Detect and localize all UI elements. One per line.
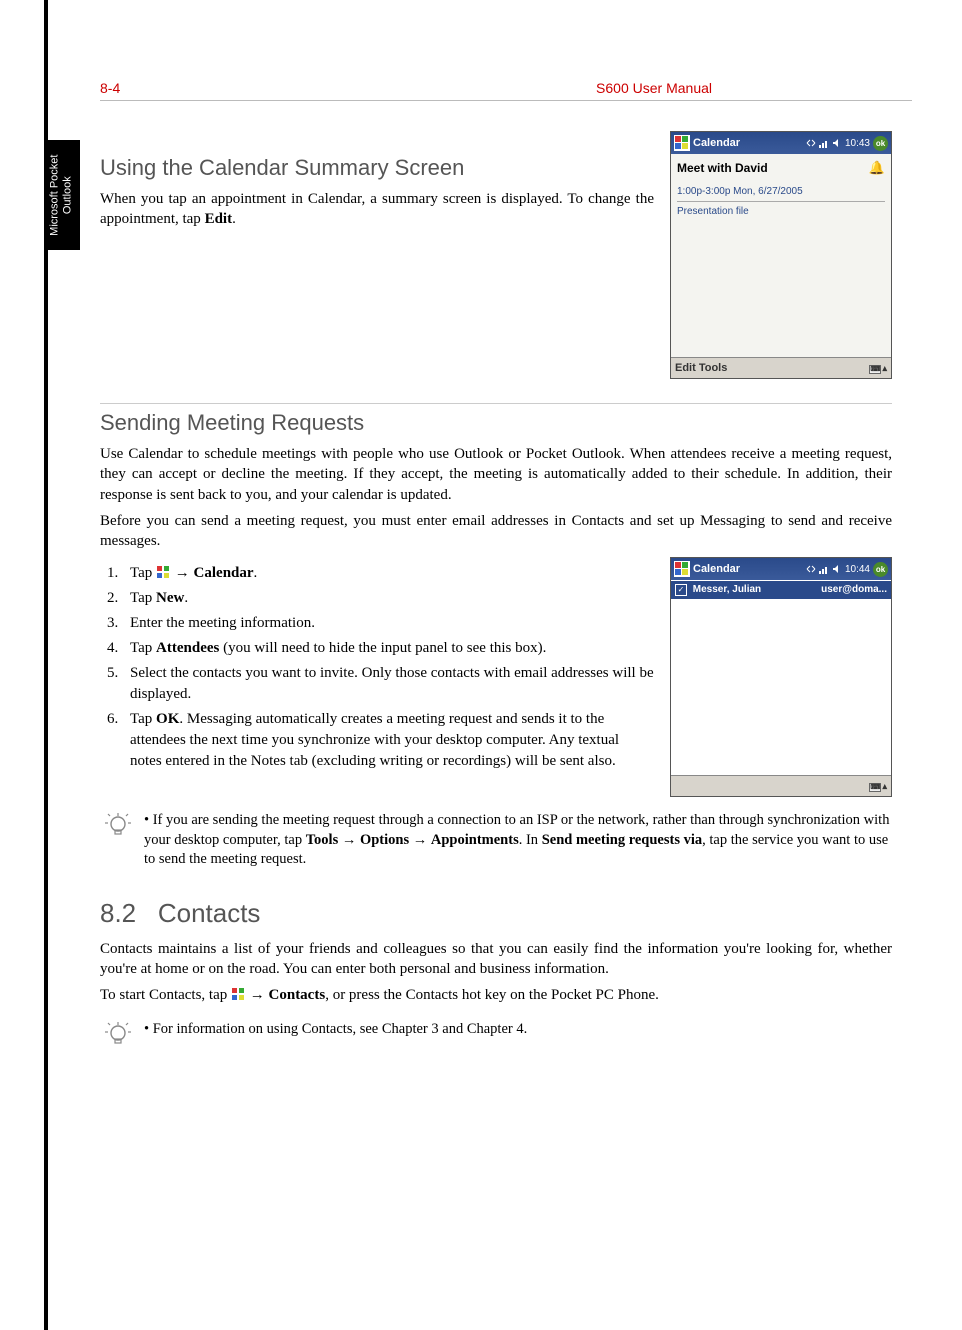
tip-meeting-request: If you are sending the meeting request t…: [100, 811, 892, 870]
ok-button-icon: ok: [873, 136, 888, 151]
ppc1-note: Presentation file: [677, 206, 885, 217]
section1-para: When you tap an appointment in Calendar,…: [100, 189, 654, 230]
tip2-text: For information on using Contacts, see C…: [144, 1020, 892, 1040]
section2-para2: Before you can send a meeting request, y…: [100, 511, 892, 552]
ppc1-body: Meet with David 🔔 1:00p-3:00p Mon, 6/27/…: [671, 154, 891, 357]
volume-icon: [832, 564, 842, 575]
ppc2-titlebar: Calendar 10:44 ok: [671, 558, 891, 580]
ppc2-body: ✓ Messer, Julian user@doma...: [671, 580, 891, 775]
section2-para1: Use Calendar to schedule meetings with p…: [100, 444, 892, 505]
sync-icon: [806, 564, 816, 575]
ppc1-meet-time: 1:00p-3:00p Mon, 6/27/2005: [677, 186, 885, 202]
doc-title: S600 User Manual: [596, 80, 712, 96]
windows-start-icon: [231, 987, 246, 1001]
side-tab-line2: Outlook: [62, 176, 74, 214]
contacts-para1: Contacts maintains a list of your friend…: [100, 939, 892, 980]
tip1-text: If you are sending the meeting request t…: [144, 811, 892, 870]
side-tab: Microsoft Pocket Outlook: [44, 140, 80, 250]
section-heading-meeting: Sending Meeting Requests: [100, 403, 892, 436]
tip-contacts-info: For information on using Contacts, see C…: [100, 1020, 892, 1048]
start-flag-icon: [674, 135, 690, 151]
reminder-bell-icon: 🔔: [869, 160, 885, 176]
ppc1-bottombar: Edit Tools ⌨▴: [671, 357, 891, 378]
step-1: Tap → Calendar.: [122, 563, 654, 584]
side-tab-line1: Microsoft Pocket: [49, 154, 61, 235]
ppc2-title: Calendar: [693, 563, 803, 575]
step-6: Tap OK. Messaging automatically creates …: [122, 709, 654, 772]
section-heading-summary: Using the Calendar Summary Screen: [100, 155, 654, 181]
ppc2-bottombar: ⌨▴: [671, 775, 891, 796]
chapter-heading-contacts: 8.2 Contacts: [100, 898, 892, 929]
step-3: Enter the meeting information.: [122, 613, 654, 634]
sync-icon: [806, 138, 816, 149]
ppc1-title: Calendar: [693, 137, 803, 149]
ppc2-contact-row: ✓ Messer, Julian user@doma...: [671, 580, 891, 599]
step-4: Tap Attendees (you will need to hide the…: [122, 638, 654, 659]
step-5: Select the contacts you want to invite. …: [122, 663, 654, 705]
sip-arrow-icon: ▴: [882, 363, 887, 373]
ppc2-contact-email: user@doma...: [821, 584, 887, 596]
keyboard-icon: ⌨: [869, 783, 881, 792]
ppc1-edit-tools: Edit Tools: [675, 362, 727, 374]
lightbulb-tip-icon: [104, 1020, 132, 1048]
meeting-steps-list: Tap → Calendar. Tap New. Enter the meeti…: [100, 563, 654, 772]
ppc2-contact-name: Messer, Julian: [693, 584, 761, 595]
step-2: Tap New.: [122, 588, 654, 609]
sip-arrow-icon: ▴: [882, 781, 887, 791]
signal-icon: [819, 138, 829, 149]
ppc1-meet-title: Meet with David: [677, 161, 768, 175]
lightbulb-tip-icon: [104, 811, 132, 839]
signal-icon: [819, 564, 829, 575]
ppc1-clock: 10:43: [845, 138, 870, 149]
page-header: 8-4 S600 User Manual: [100, 80, 912, 101]
windows-start-icon: [156, 565, 171, 579]
ppc-screenshot-attendees: Calendar 10:44 ok ✓ Messer, Julian: [670, 557, 892, 797]
keyboard-icon: ⌨: [869, 365, 881, 374]
start-flag-icon: [674, 561, 690, 577]
page-number: 8-4: [100, 80, 120, 96]
volume-icon: [832, 138, 842, 149]
contact-check-icon: ✓: [675, 584, 687, 596]
ppc-screenshot-summary: Calendar 10:43 ok Meet with David 🔔 1:00: [670, 131, 892, 379]
contacts-para2: To start Contacts, tap → Contacts, or pr…: [100, 985, 892, 1005]
ppc1-titlebar: Calendar 10:43 ok: [671, 132, 891, 154]
ok-button-icon: ok: [873, 562, 888, 577]
ppc2-clock: 10:44: [845, 564, 870, 575]
